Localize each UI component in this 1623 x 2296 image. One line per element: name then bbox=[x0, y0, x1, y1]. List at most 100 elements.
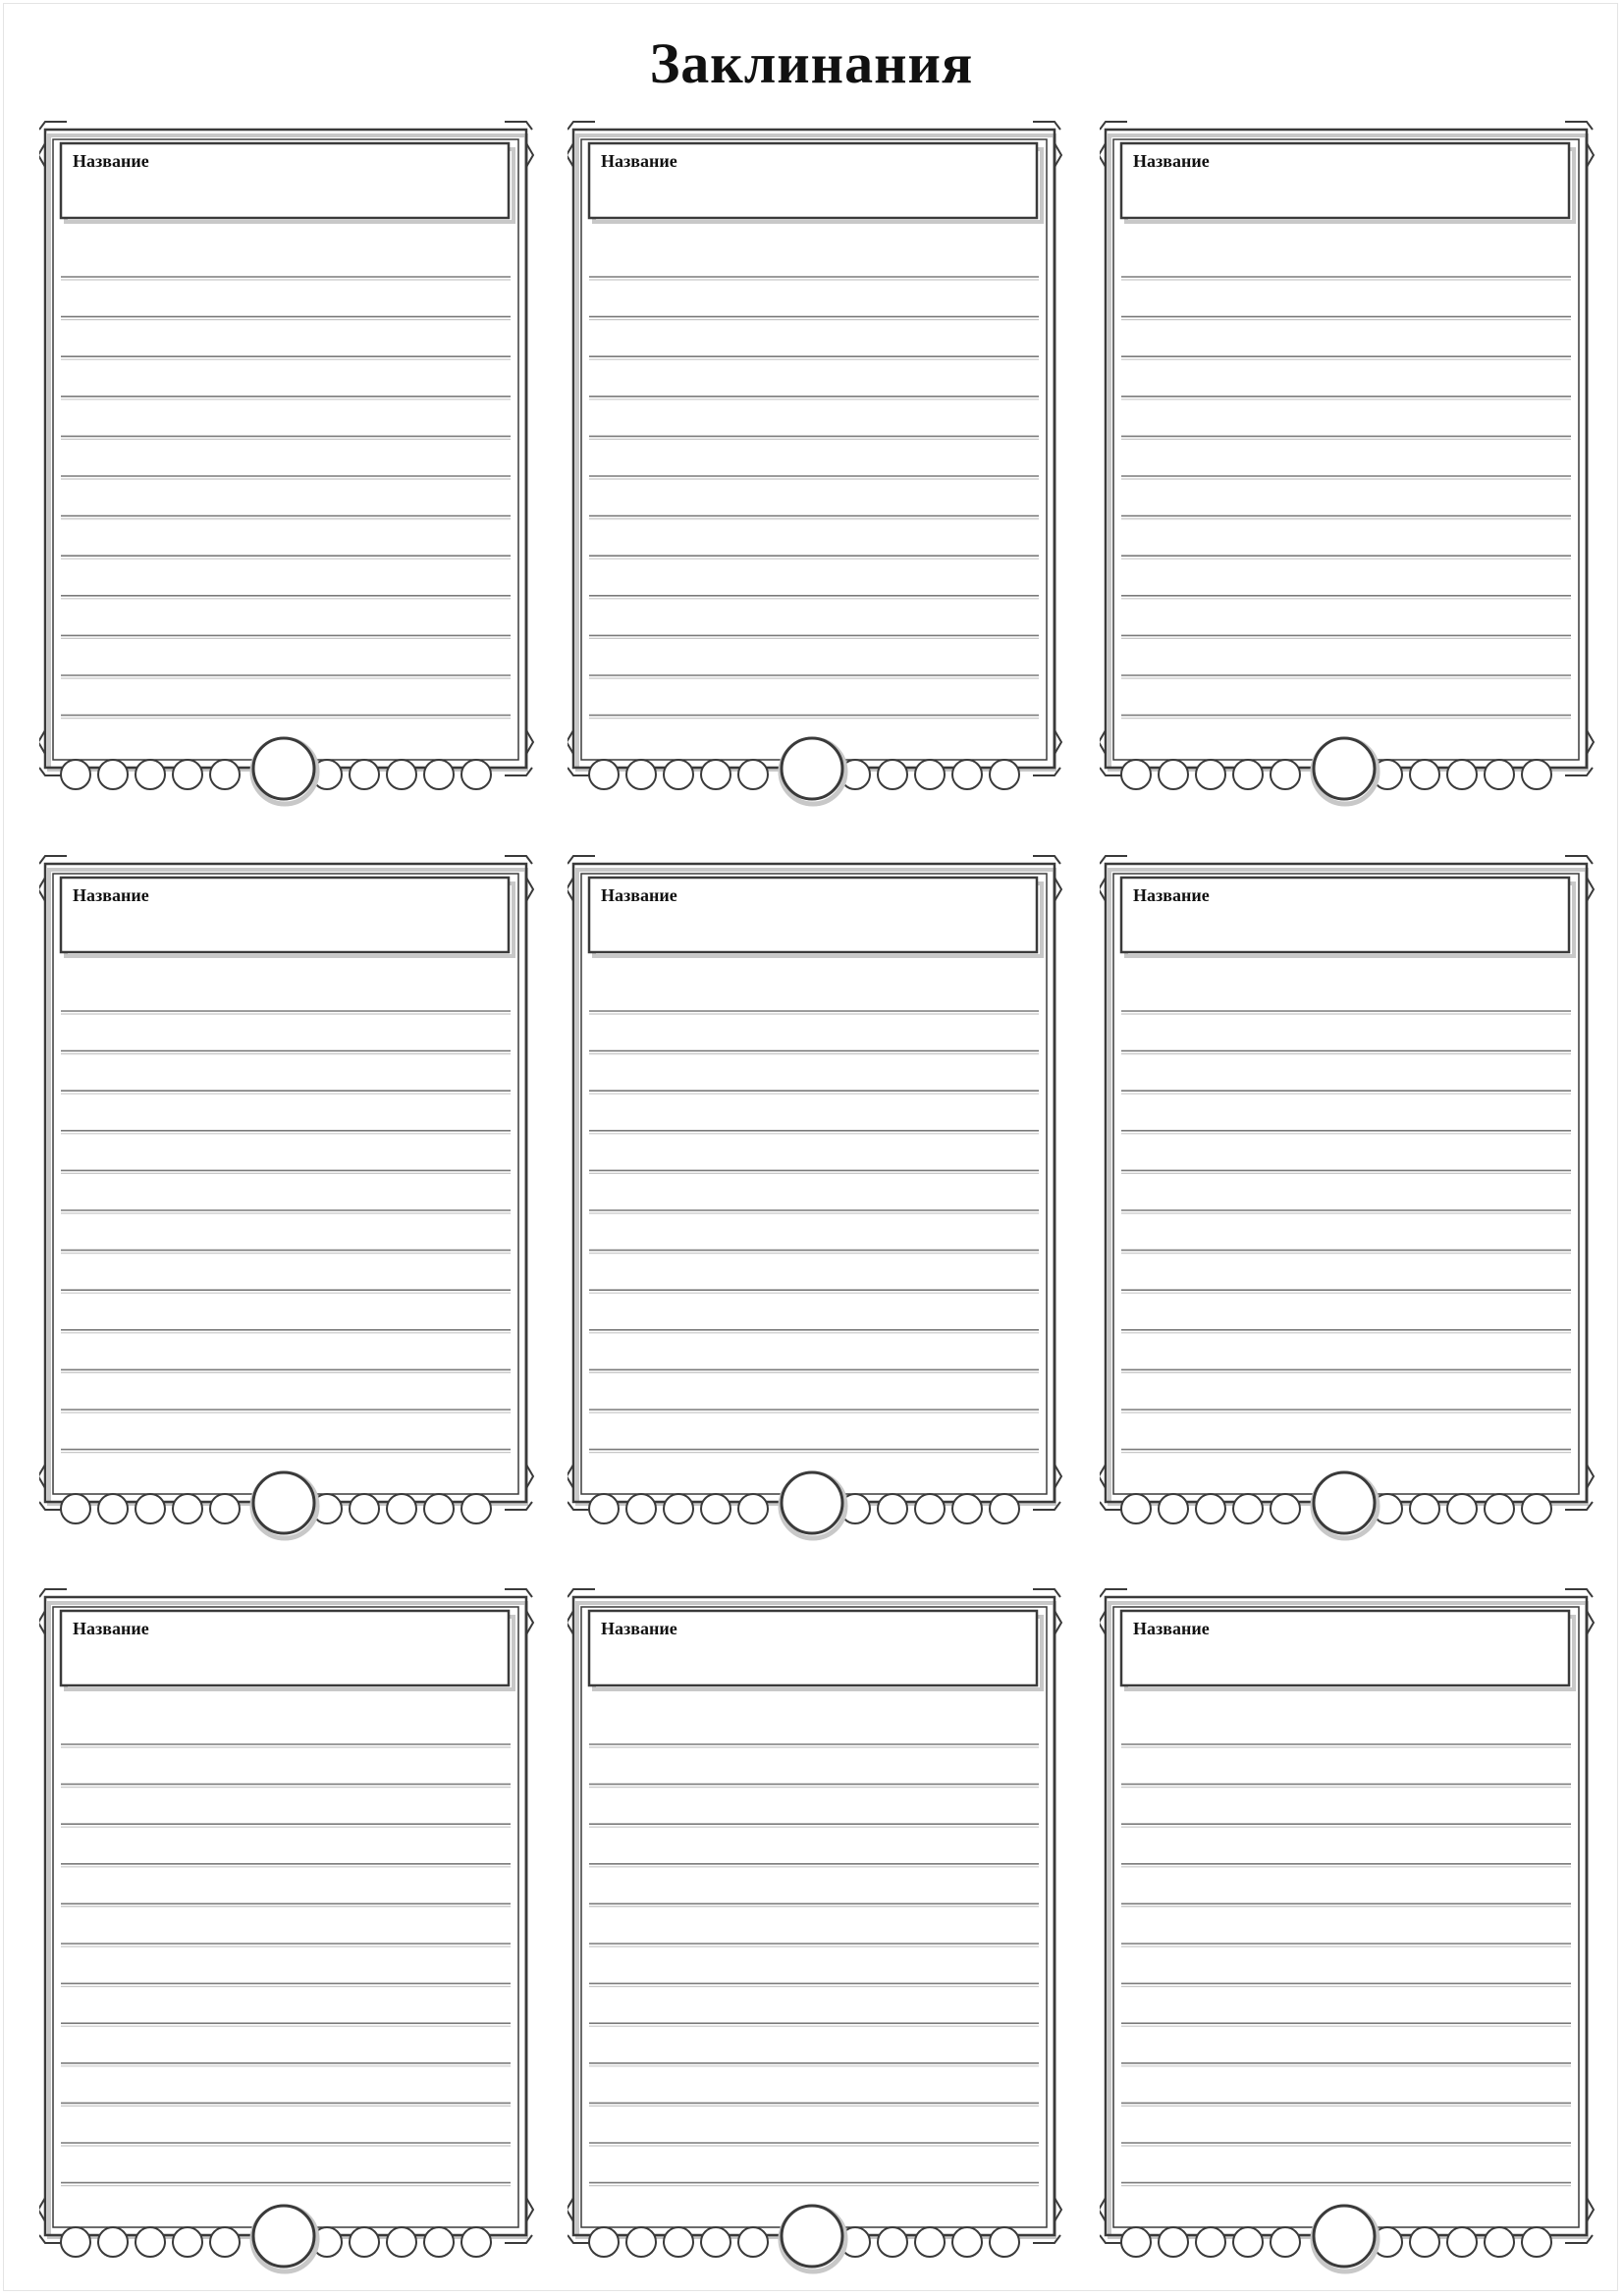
slot-circle-icon bbox=[989, 1493, 1020, 1524]
slot-circle-icon bbox=[172, 1493, 203, 1524]
spell-card: Название bbox=[39, 1587, 540, 2274]
slot-circle-icon bbox=[60, 1493, 91, 1524]
slot-circle-icon bbox=[1446, 1493, 1478, 1524]
slot-circle-icon bbox=[1484, 1493, 1515, 1524]
card-inner-frame bbox=[580, 138, 1048, 761]
slot-circle-icon bbox=[588, 2226, 620, 2258]
spell-card-frame bbox=[39, 855, 535, 1541]
card-frame-shadow bbox=[1108, 868, 1589, 1506]
card-frame-shadow bbox=[47, 1601, 528, 2239]
card-frame-shadow bbox=[575, 133, 1056, 772]
card-outer-frame bbox=[1104, 1595, 1589, 2237]
slot-circle-icon bbox=[135, 759, 166, 790]
slot-circle-icon bbox=[1409, 759, 1440, 790]
slot-circle-icon bbox=[423, 2226, 455, 2258]
slot-circle-icon bbox=[1521, 1493, 1552, 1524]
spell-card: Название bbox=[1100, 854, 1600, 1541]
slot-circle-icon bbox=[914, 759, 946, 790]
slot-circle-icon bbox=[97, 2226, 129, 2258]
slot-circle-icon bbox=[951, 1493, 983, 1524]
level-circle-icon bbox=[1312, 736, 1377, 801]
card-frame-shadow bbox=[1108, 1601, 1589, 2239]
slot-circle-icon bbox=[460, 1493, 492, 1524]
slot-circle-icon bbox=[1232, 1493, 1264, 1524]
slot-circle-icon bbox=[1270, 2226, 1301, 2258]
card-inner-frame bbox=[52, 873, 519, 1495]
slot-circle-icon bbox=[460, 759, 492, 790]
level-circle-icon bbox=[251, 1470, 316, 1535]
level-circle-icon bbox=[251, 736, 316, 801]
spell-card-grid: Название Название Название Название Название… bbox=[39, 120, 1600, 2279]
slot-circle-icon bbox=[737, 1493, 769, 1524]
slot-circle-icon bbox=[1270, 759, 1301, 790]
slot-circle-icon bbox=[1195, 2226, 1226, 2258]
slot-circle-icon bbox=[1446, 759, 1478, 790]
spell-card: Название bbox=[1100, 1587, 1600, 2274]
spell-card-frame bbox=[1100, 121, 1596, 807]
slot-circle-icon bbox=[209, 2226, 241, 2258]
level-circle-icon bbox=[1312, 1470, 1377, 1535]
slot-circle-icon bbox=[625, 2226, 657, 2258]
slot-circle-icon bbox=[1158, 759, 1189, 790]
slot-circle-icon bbox=[1195, 1493, 1226, 1524]
slot-circle-icon bbox=[951, 759, 983, 790]
slot-circle-icon bbox=[1484, 759, 1515, 790]
slot-circle-icon bbox=[1120, 1493, 1152, 1524]
slot-circle-icon bbox=[209, 759, 241, 790]
slot-circle-icon bbox=[386, 759, 417, 790]
spell-card-frame bbox=[568, 855, 1063, 1541]
slot-circle-icon bbox=[989, 2226, 1020, 2258]
slot-circle-icon bbox=[423, 759, 455, 790]
slot-circle-icon bbox=[951, 2226, 983, 2258]
slot-circle-icon bbox=[135, 2226, 166, 2258]
spell-card-frame bbox=[39, 1588, 535, 2274]
card-frame-shadow bbox=[1108, 133, 1589, 772]
card-inner-frame bbox=[1112, 1606, 1580, 2228]
slot-circle-icon bbox=[349, 759, 380, 790]
slot-circle-icon bbox=[663, 1493, 694, 1524]
card-outer-frame bbox=[1104, 128, 1589, 770]
card-frame-shadow bbox=[575, 868, 1056, 1506]
spell-card: Название bbox=[568, 120, 1068, 807]
spell-card-frame bbox=[1100, 855, 1596, 1541]
card-frame-shadow bbox=[47, 133, 528, 772]
spell-name-label: Название bbox=[1133, 1619, 1210, 1638]
slot-circle-icon bbox=[1484, 2226, 1515, 2258]
slot-circle-icon bbox=[460, 2226, 492, 2258]
slot-circle-icon bbox=[1270, 1493, 1301, 1524]
spell-card-frame bbox=[39, 121, 535, 807]
spell-card: Название bbox=[39, 854, 540, 1541]
spell-card: Название bbox=[568, 1587, 1068, 2274]
card-outer-frame bbox=[571, 862, 1056, 1504]
card-frame-shadow bbox=[47, 868, 528, 1506]
slot-circle-icon bbox=[97, 1493, 129, 1524]
slot-circle-icon bbox=[1446, 2226, 1478, 2258]
card-outer-frame bbox=[43, 862, 528, 1504]
spell-card-frame bbox=[1100, 1588, 1596, 2274]
card-outer-frame bbox=[43, 1595, 528, 2237]
slot-circle-icon bbox=[386, 2226, 417, 2258]
slot-circle-icon bbox=[135, 1493, 166, 1524]
level-circle-icon bbox=[1312, 2204, 1377, 2269]
card-frame-shadow bbox=[575, 1601, 1056, 2239]
slot-circle-icon bbox=[1120, 2226, 1152, 2258]
spell-name-label: Название bbox=[1133, 885, 1210, 905]
page-title: Заклинания bbox=[649, 31, 974, 95]
slot-circle-icon bbox=[60, 759, 91, 790]
slot-circle-icon bbox=[700, 759, 731, 790]
spell-name-label: Название bbox=[1133, 151, 1210, 171]
level-circle-icon bbox=[780, 736, 844, 801]
spell-name-label: Название bbox=[601, 1619, 677, 1638]
slot-circle-icon bbox=[989, 759, 1020, 790]
slot-circle-icon bbox=[914, 1493, 946, 1524]
card-outer-frame bbox=[43, 128, 528, 770]
slot-circle-icon bbox=[1158, 1493, 1189, 1524]
slot-circle-icon bbox=[877, 759, 908, 790]
spell-name-label: Название bbox=[73, 151, 149, 171]
slot-circle-icon bbox=[1521, 759, 1552, 790]
slot-circle-icon bbox=[97, 759, 129, 790]
card-inner-frame bbox=[52, 138, 519, 761]
spell-name-label: Название bbox=[73, 1619, 149, 1638]
card-inner-frame bbox=[1112, 138, 1580, 761]
card-inner-frame bbox=[52, 1606, 519, 2228]
